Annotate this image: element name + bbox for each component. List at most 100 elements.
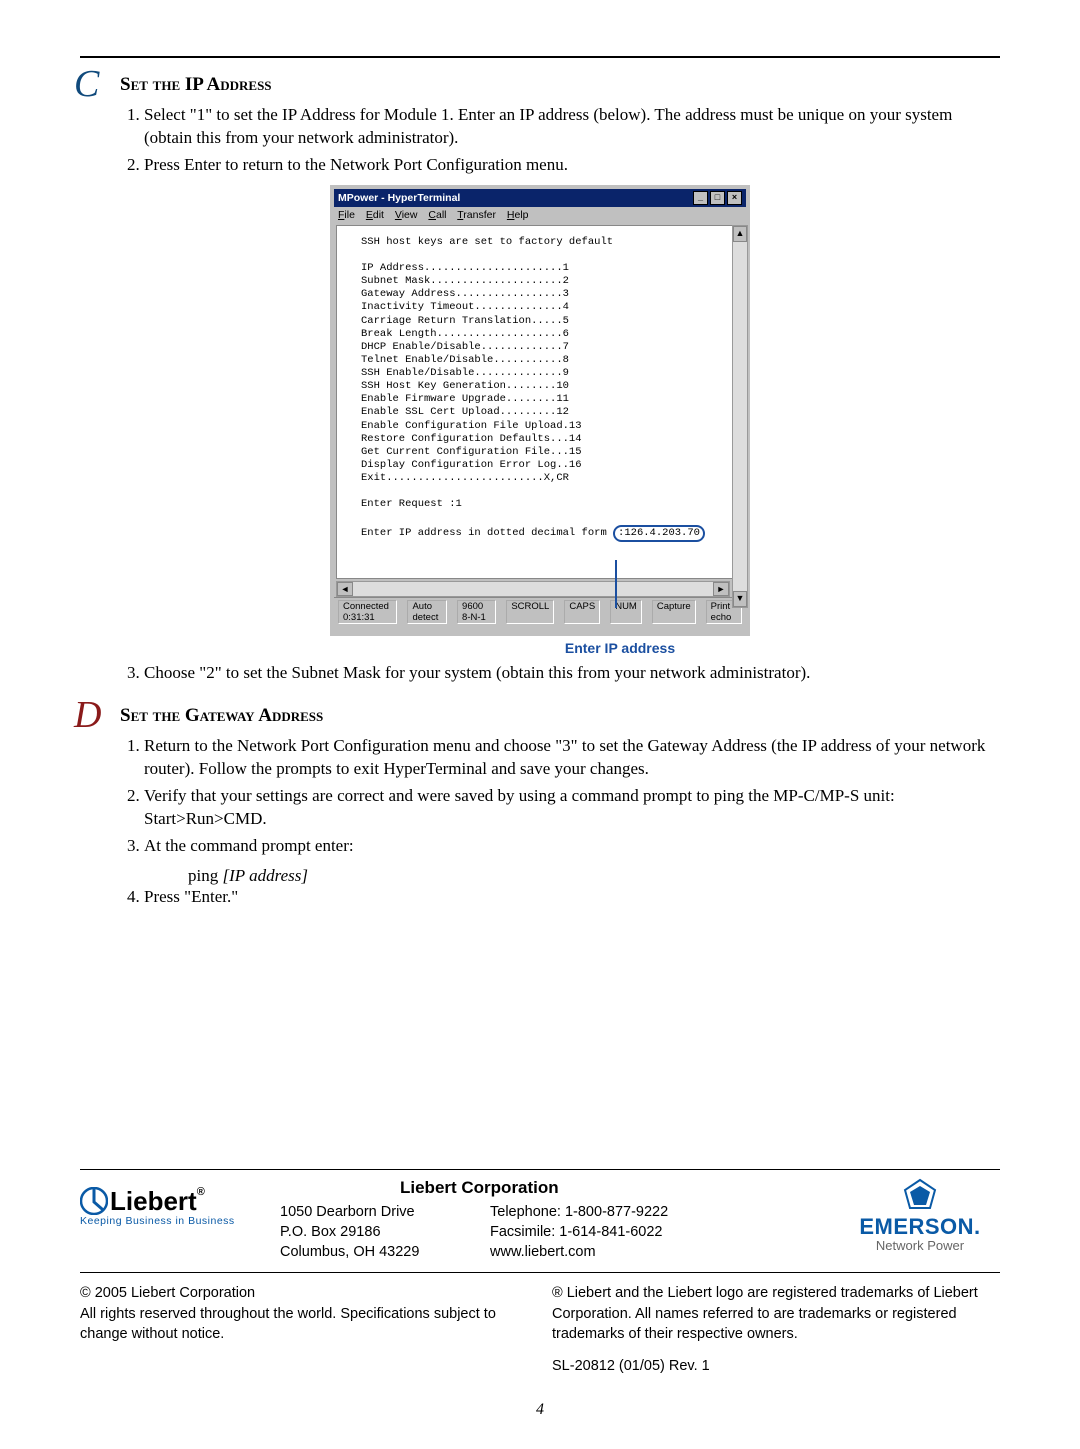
status-autodetect: Auto detect <box>407 600 447 624</box>
scroll-left-icon[interactable]: ◄ <box>337 582 353 596</box>
footer-corporate: Liebert® Keeping Business in Business Li… <box>80 1170 1000 1274</box>
opt-5: Carriage Return Translation.....5 <box>361 315 569 327</box>
vertical-scrollbar[interactable]: ▲ ▼ <box>732 225 748 608</box>
section-c-heading: Set the IP Address <box>120 74 1000 96</box>
maximize-icon[interactable]: □ <box>710 191 725 205</box>
opt-7: DHCP Enable/Disable.............7 <box>361 341 569 353</box>
ip-value-highlight: :126.4.203.70 <box>613 525 705 542</box>
status-bar: Connected 0:31:31 Auto detect 9600 8-N-1… <box>334 597 746 626</box>
menu-file[interactable]: File <box>338 209 355 221</box>
section-c-step-3: Choose "2" to set the Subnet Mask for yo… <box>144 662 1000 685</box>
opt-4: Inactivity Timeout..............4 <box>361 301 569 313</box>
section-d-steps: Return to the Network Port Configuration… <box>120 735 1000 858</box>
opt-13: Enable Configuration File Upload.13 <box>361 420 582 432</box>
ping-cmd-a: ping <box>188 866 222 885</box>
trademark-note: ® Liebert and the Liebert logo are regis… <box>552 1283 1000 1344</box>
opt-14: Restore Configuration Defaults...14 <box>361 433 582 445</box>
emerson-name: EMERSON. <box>840 1214 1000 1240</box>
opt-11: Enable Firmware Upgrade........11 <box>361 393 569 405</box>
liebert-logo: Liebert® Keeping Business in Business <box>80 1178 280 1227</box>
status-capture: Capture <box>652 600 696 624</box>
hyperterminal-menu: File Edit View Call Transfer Help <box>334 207 746 223</box>
liebert-mark-icon <box>80 1187 108 1215</box>
corp-tel: Telephone: 1-800-877-9222 <box>490 1202 700 1222</box>
section-d-heading: Set the Gateway Address <box>120 705 1000 727</box>
section-c: C Set the IP Address Select "1" to set t… <box>80 74 1000 685</box>
page-number: 4 <box>80 1401 1000 1419</box>
menu-transfer[interactable]: Transfer <box>457 209 496 221</box>
section-c-letter: C <box>74 62 99 106</box>
status-scroll: SCROLL <box>506 600 554 624</box>
opt-17: Exit.........................X,CR <box>361 472 569 484</box>
opt-10: SSH Host Key Generation........10 <box>361 380 569 392</box>
section-d-letter: D <box>74 693 101 737</box>
corp-fax: Facsimile: 1-614-841-6022 <box>490 1222 700 1242</box>
liebert-tagline: Keeping Business in Business <box>80 1215 280 1227</box>
legal-right: ® Liebert and the Liebert logo are regis… <box>552 1283 1000 1376</box>
section-d-step-2: Verify that your settings are correct an… <box>144 785 1000 831</box>
menu-view[interactable]: View <box>395 209 418 221</box>
section-d-step-1: Return to the Network Port Configuration… <box>144 735 1000 781</box>
opt-6: Break Length....................6 <box>361 328 569 340</box>
addr-2: P.O. Box 29186 <box>280 1222 490 1242</box>
ping-cmd-b: [IP address] <box>222 866 307 885</box>
menu-edit[interactable]: Edit <box>366 209 384 221</box>
doc-number: SL-20812 (01/05) Rev. 1 <box>552 1356 1000 1376</box>
section-c-step-2: Press Enter to return to the Network Por… <box>144 154 1000 177</box>
addr-3: Columbus, OH 43229 <box>280 1242 490 1262</box>
emerson-mark-icon <box>903 1178 937 1212</box>
opt-9: SSH Enable/Disable..............9 <box>361 367 569 379</box>
opt-2: Subnet Mask.....................2 <box>361 275 569 287</box>
scroll-down-icon[interactable]: ▼ <box>733 591 747 607</box>
ip-callout-label: Enter IP address <box>240 640 1000 656</box>
copyright: © 2005 Liebert Corporation <box>80 1283 528 1303</box>
terminal-pane[interactable]: SSH host keys are set to factory default… <box>336 225 744 579</box>
emerson-sub: Network Power <box>840 1238 1000 1253</box>
status-baud: 9600 8-N-1 <box>457 600 496 624</box>
opt-1: IP Address......................1 <box>361 262 569 274</box>
ip-prompt-prefix: Enter IP address in dotted decimal form <box>361 527 613 539</box>
addr-1: 1050 Dearborn Drive <box>280 1202 490 1222</box>
corp-contact: Telephone: 1-800-877-9222 Facsimile: 1-6… <box>490 1202 700 1263</box>
corp-web: www.liebert.com <box>490 1242 700 1262</box>
opt-15: Get Current Configuration File...15 <box>361 446 582 458</box>
corp-address: 1050 Dearborn Drive P.O. Box 29186 Colum… <box>280 1202 490 1263</box>
status-caps: CAPS <box>564 600 600 624</box>
scroll-up-icon[interactable]: ▲ <box>733 226 747 242</box>
rights-reserved: All rights reserved throughout the world… <box>80 1304 528 1345</box>
enter-request-line: Enter Request :1 <box>361 498 462 510</box>
ping-command: ping [IP address] <box>188 866 1000 886</box>
legal-block: © 2005 Liebert Corporation All rights re… <box>80 1273 1000 1376</box>
top-rule <box>80 56 1000 58</box>
legal-left: © 2005 Liebert Corporation All rights re… <box>80 1283 528 1376</box>
section-d-step-3: At the command prompt enter: <box>144 835 1000 858</box>
corp-info: Liebert Corporation 1050 Dearborn Drive … <box>280 1178 840 1263</box>
minimize-icon[interactable]: _ <box>693 191 708 205</box>
corp-heading: Liebert Corporation <box>400 1178 840 1198</box>
scroll-right-icon[interactable]: ► <box>713 582 729 596</box>
opt-3: Gateway Address.................3 <box>361 288 569 300</box>
opt-12: Enable SSL Cert Upload.........12 <box>361 406 569 418</box>
liebert-wordmark: Liebert® <box>110 1186 205 1217</box>
section-d-step-4: Press "Enter." <box>144 886 1000 909</box>
section-c-step-1: Select "1" to set the IP Address for Mod… <box>144 104 1000 150</box>
status-connected: Connected 0:31:31 <box>338 600 397 624</box>
hyperterminal-title-text: MPower - HyperTerminal <box>338 192 460 204</box>
terminal-intro: SSH host keys are set to factory default <box>361 236 613 248</box>
opt-8: Telnet Enable/Disable...........8 <box>361 354 569 366</box>
close-icon[interactable]: × <box>727 191 742 205</box>
window-controls: _ □ × <box>693 191 742 205</box>
section-c-steps-cont: Choose "2" to set the Subnet Mask for yo… <box>120 662 1000 685</box>
opt-16: Display Configuration Error Log..16 <box>361 459 582 471</box>
section-d-step-3-text: At the command prompt enter: <box>144 836 354 855</box>
ip-value: :126.4.203.70 <box>618 527 700 539</box>
hyperterminal-titlebar: MPower - HyperTerminal _ □ × <box>334 189 746 207</box>
menu-call[interactable]: Call <box>428 209 446 221</box>
hyperterminal-window: MPower - HyperTerminal _ □ × File Edit V… <box>330 185 750 636</box>
section-c-steps: Select "1" to set the IP Address for Mod… <box>120 104 1000 177</box>
menu-help[interactable]: Help <box>507 209 529 221</box>
emerson-logo: EMERSON. Network Power <box>840 1178 1000 1253</box>
callout-connector <box>615 560 617 608</box>
section-d: D Set the Gateway Address Return to the … <box>80 705 1000 909</box>
horizontal-scrollbar[interactable]: ◄ ► <box>336 581 730 597</box>
